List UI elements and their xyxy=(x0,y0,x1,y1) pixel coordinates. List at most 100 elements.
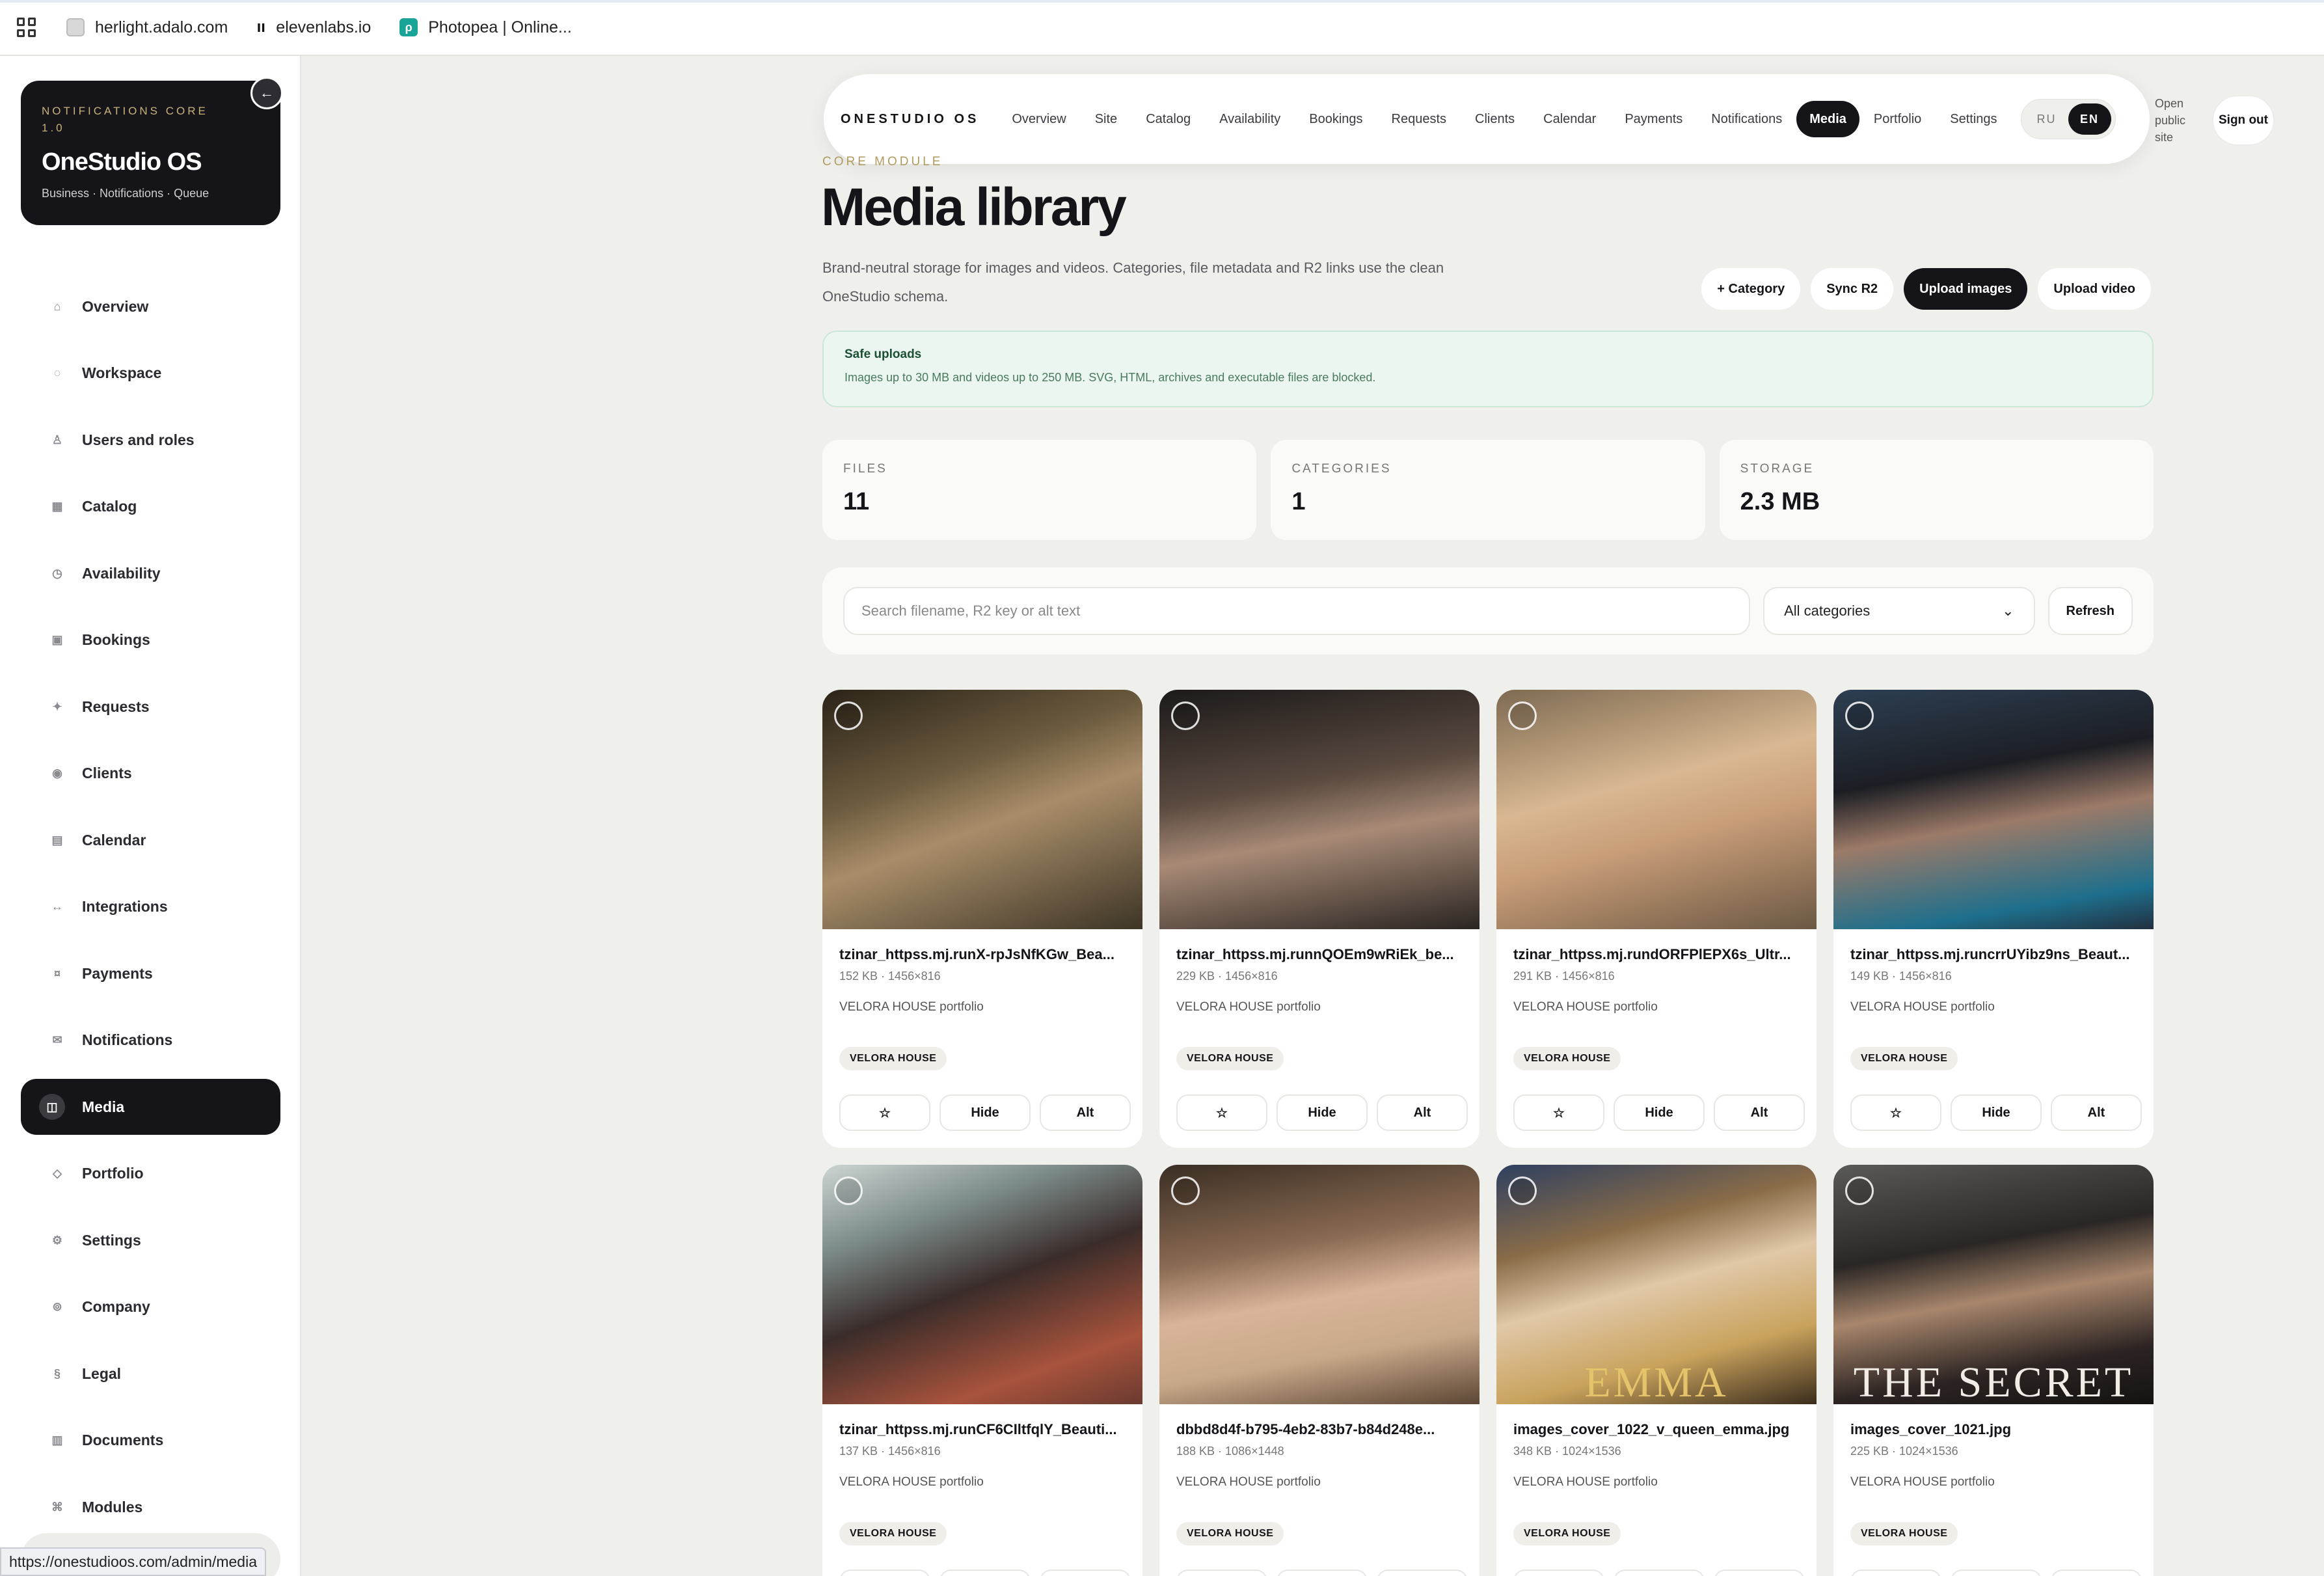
sidebar-item-workspace[interactable]: ◌ Workspace xyxy=(21,346,280,401)
select-checkbox[interactable] xyxy=(834,1176,863,1205)
sidebar-item-requests[interactable]: ✦ Requests xyxy=(21,679,280,735)
bookmark-elevenlabs[interactable]: ıı elevenlabs.io xyxy=(256,18,372,37)
favorite-star-button[interactable]: ☆ xyxy=(1513,1094,1604,1131)
media-thumbnail[interactable] xyxy=(1496,690,1817,929)
lang-ru[interactable]: RU xyxy=(2025,103,2068,135)
tab-bookings[interactable]: Bookings xyxy=(1295,101,1377,137)
alt-text-button[interactable]: Alt xyxy=(1714,1094,1805,1131)
media-card[interactable]: tzinar_httpss.mj.rundORFPlEPX6s_Ultr... 2… xyxy=(1496,690,1817,1148)
bookmark-herlight[interactable]: herlight.adalo.com xyxy=(66,18,228,37)
hide-button[interactable]: Hide xyxy=(1614,1569,1705,1576)
hide-button[interactable]: Hide xyxy=(939,1094,1031,1131)
tab-calendar[interactable]: Calendar xyxy=(1529,101,1610,137)
hide-button[interactable]: Hide xyxy=(1951,1569,2042,1576)
nav-icon: ⌂ xyxy=(53,299,61,313)
favorite-star-button[interactable]: ☆ xyxy=(1850,1094,1941,1131)
select-checkbox[interactable] xyxy=(834,701,863,730)
select-checkbox[interactable] xyxy=(1845,1176,1874,1205)
select-checkbox[interactable] xyxy=(1508,1176,1537,1205)
alt-text-button[interactable]: Alt xyxy=(1377,1094,1468,1131)
favorite-star-button[interactable]: ☆ xyxy=(1176,1094,1267,1131)
add-category-button[interactable]: + Category xyxy=(1701,268,1801,310)
stat-value: 1 xyxy=(1291,488,1306,515)
sidebar-item-users-and-roles[interactable]: ♙ Users and roles xyxy=(21,412,280,468)
sidebar-item-catalog[interactable]: ▦ Catalog xyxy=(21,479,280,535)
favorite-star-button[interactable]: ☆ xyxy=(1176,1569,1267,1576)
tab-clients[interactable]: Clients xyxy=(1461,101,1529,137)
alt-text-button[interactable]: Alt xyxy=(1714,1569,1805,1576)
tab-catalog[interactable]: Catalog xyxy=(1131,101,1205,137)
category-select[interactable]: All categories ⌄ xyxy=(1763,587,2035,635)
media-card[interactable]: THE SECRET images_cover_1021.jpg 225 KB · … xyxy=(1833,1165,2154,1576)
sidebar-item-documents[interactable]: ▥ Documents xyxy=(21,1413,280,1469)
select-checkbox[interactable] xyxy=(1845,701,1874,730)
select-checkbox[interactable] xyxy=(1171,1176,1200,1205)
favorite-star-button[interactable]: ☆ xyxy=(839,1094,930,1131)
sidebar-item-portfolio[interactable]: ◇ Portfolio xyxy=(21,1146,280,1202)
sidebar-item-bookings[interactable]: ▣ Bookings xyxy=(21,612,280,668)
alt-text-button[interactable]: Alt xyxy=(1040,1569,1131,1576)
bookmark-photopea[interactable]: ρ Photopea | Online... xyxy=(399,18,572,37)
tab-site[interactable]: Site xyxy=(1081,101,1131,137)
top-nav-logo[interactable]: ONESTUDIO OS xyxy=(841,112,979,127)
top-nav-tabs: Overview Site Catalog Availability Bookings R… xyxy=(997,101,2011,137)
upload-images-button[interactable]: Upload images xyxy=(1904,268,2028,310)
sidebar-item-payments[interactable]: ¤ Payments xyxy=(21,945,280,1001)
hide-button[interactable]: Hide xyxy=(939,1569,1031,1576)
sidebar-item-media[interactable]: ◫ Media xyxy=(21,1079,280,1135)
tab-overview[interactable]: Overview xyxy=(997,101,1080,137)
media-thumbnail[interactable] xyxy=(822,1165,1142,1404)
favorite-star-button[interactable]: ☆ xyxy=(1850,1569,1941,1576)
refresh-button[interactable]: Refresh xyxy=(2047,587,2133,635)
sync-r2-button[interactable]: Sync R2 xyxy=(1811,268,1894,310)
media-thumbnail[interactable]: EMMA xyxy=(1496,1165,1817,1404)
apps-grid-icon[interactable] xyxy=(17,18,36,37)
alt-text-button[interactable]: Alt xyxy=(2051,1094,2142,1131)
tab-portfolio[interactable]: Portfolio xyxy=(1859,101,1936,137)
hide-button[interactable]: Hide xyxy=(1951,1094,2042,1131)
sidebar-item-calendar[interactable]: ▤ Calendar xyxy=(21,812,280,868)
media-card[interactable]: tzinar_httpss.mj.runcrrUYibz9ns_Beaut...… xyxy=(1833,690,2154,1148)
sign-out-button[interactable]: Sign out xyxy=(2212,95,2275,146)
media-thumbnail[interactable]: THE SECRET xyxy=(1833,1165,2154,1404)
alt-text-button[interactable]: Alt xyxy=(1040,1094,1131,1131)
select-checkbox[interactable] xyxy=(1171,701,1200,730)
sidebar-item-legal[interactable]: § Legal xyxy=(21,1346,280,1402)
media-thumbnail[interactable] xyxy=(1833,690,2154,929)
tab-payments[interactable]: Payments xyxy=(1610,101,1697,137)
tab-media[interactable]: Media xyxy=(1796,101,1859,137)
open-public-site-link[interactable]: Open public site xyxy=(2155,95,2200,146)
lang-en[interactable]: EN xyxy=(2068,103,2111,135)
media-card[interactable]: tzinar_httpss.mj.runCF6CIltfqlY_Beauti..… xyxy=(822,1165,1142,1576)
favorite-star-button[interactable]: ☆ xyxy=(1513,1569,1604,1576)
media-card[interactable]: tzinar_httpss.mj.runnQOEm9wRiEk_be... 229… xyxy=(1159,690,1480,1148)
media-card[interactable]: tzinar_httpss.mj.runX-rpJsNfKGw_Bea... 15… xyxy=(822,690,1142,1148)
media-thumbnail[interactable] xyxy=(822,690,1142,929)
tab-requests[interactable]: Requests xyxy=(1377,101,1461,137)
sidebar-item-integrations[interactable]: ↔ Integrations xyxy=(21,879,280,935)
sidebar-item-overview[interactable]: ⌂ Overview xyxy=(21,279,280,334)
tab-availability[interactable]: Availability xyxy=(1205,101,1295,137)
alt-text-button[interactable]: Alt xyxy=(2051,1569,2142,1576)
sidebar-item-clients[interactable]: ◉ Clients xyxy=(21,746,280,802)
tab-settings[interactable]: Settings xyxy=(1936,101,2011,137)
sidebar-item-company[interactable]: ⊚ Company xyxy=(21,1279,280,1335)
alt-text-button[interactable]: Alt xyxy=(1377,1569,1468,1576)
media-card[interactable]: EMMA images_cover_1022_v_queen_emma.jpg 34… xyxy=(1496,1165,1817,1576)
media-card[interactable]: dbbd8d4f-b795-4eb2-83b7-b84d248e... 188 K… xyxy=(1159,1165,1480,1576)
tab-notifications[interactable]: Notifications xyxy=(1697,101,1796,137)
sidebar-item-modules[interactable]: ⌘ Modules xyxy=(21,1479,280,1535)
sidebar-item-notifications[interactable]: ✉ Notifications xyxy=(21,1012,280,1068)
sidebar-item-settings[interactable]: ⚙ Settings xyxy=(21,1212,280,1268)
media-thumbnail[interactable] xyxy=(1159,1165,1480,1404)
hide-button[interactable]: Hide xyxy=(1277,1569,1368,1576)
select-checkbox[interactable] xyxy=(1508,701,1537,730)
upload-video-button[interactable]: Upload video xyxy=(2038,268,2151,310)
favorite-star-button[interactable]: ☆ xyxy=(839,1569,930,1576)
collapse-sidebar-icon[interactable]: ← xyxy=(250,77,283,109)
hide-button[interactable]: Hide xyxy=(1277,1094,1368,1131)
media-thumbnail[interactable] xyxy=(1159,690,1480,929)
hide-button[interactable]: Hide xyxy=(1614,1094,1705,1131)
sidebar-item-availability[interactable]: ◷ Availability xyxy=(21,545,280,601)
search-input[interactable]: Search filename, R2 key or alt text xyxy=(843,587,1751,635)
